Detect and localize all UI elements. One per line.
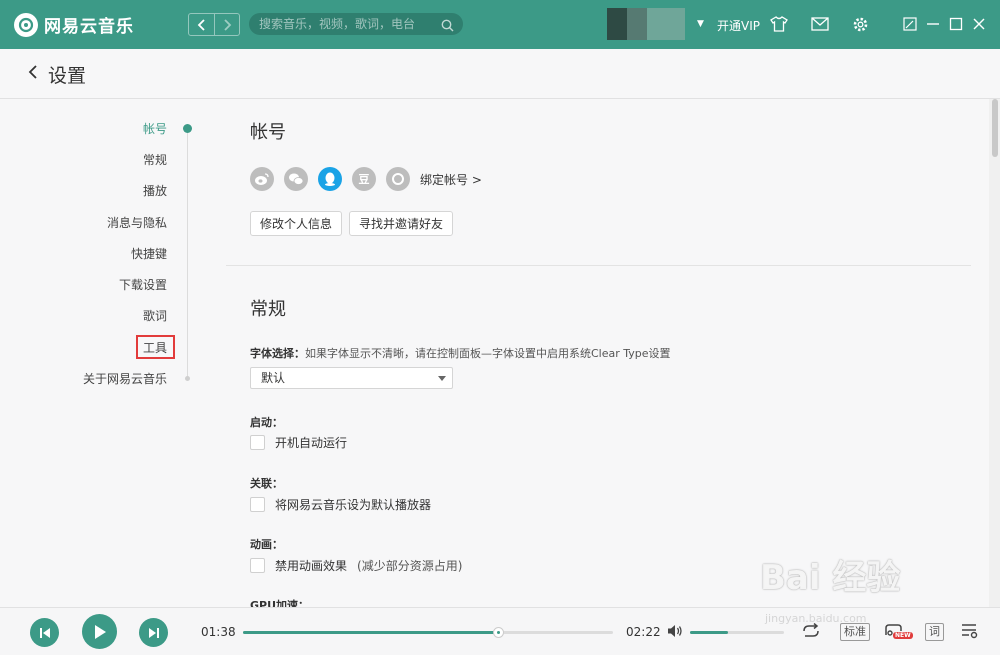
search-input[interactable] [259,17,434,31]
playlist-icon[interactable] [960,620,980,642]
search-box[interactable] [249,13,463,35]
invite-friends-button[interactable]: 寻找并邀请好友 [349,211,453,236]
sidebar-timeline [187,127,188,379]
end-marker [185,376,190,381]
app-name: 网易云音乐 [44,17,134,37]
skin-shirt-icon[interactable] [769,14,789,34]
active-marker [183,124,192,133]
default-player-checkbox[interactable] [250,497,265,512]
sidebar-item-lyrics[interactable]: 歌词 [143,307,167,324]
font-select-label: 字体选择：如果字体显示不清晰，请在控制面板—字体设置中启用系统Clear Typ… [250,347,671,360]
yixin-icon[interactable] [386,167,410,191]
mail-icon[interactable] [810,14,830,34]
minimize-icon[interactable] [923,14,943,34]
chevron-left-icon [28,65,37,79]
gpu-label: GPU加速： [250,599,310,607]
settings-sidebar: 帐号 常规 播放 消息与隐私 快捷键 下载设置 歌词 工具 关于网易云音乐 [0,99,200,607]
startup-checkbox[interactable] [250,435,265,450]
title-bar: 网易云音乐 ▼ 开通VIP [0,0,1000,49]
user-menu-caret-icon[interactable]: ▼ [697,19,704,29]
douban-icon[interactable]: 豆 [352,167,376,191]
elapsed-time: 01:38 [201,625,236,639]
font-hint: 如果字体显示不清晰，请在控制面板—字体设置中启用系统Clear Type设置 [305,347,671,360]
volume-slider[interactable] [690,631,784,634]
volume-fill [690,631,728,634]
startup-label: 启动： [250,416,283,429]
weibo-icon[interactable] [250,167,274,191]
next-track-button[interactable] [139,618,168,647]
vip-button[interactable]: 开通VIP [717,17,760,34]
startup-option[interactable]: 开机自动运行 [250,434,347,451]
progress-fill [243,631,498,634]
anim-option[interactable]: 禁用动画效果 (减少部分资源占用) [250,557,462,574]
anim-option-label: 禁用动画效果 [275,559,348,573]
sidebar-item-download[interactable]: 下载设置 [119,276,167,293]
assoc-option[interactable]: 将网易云音乐设为默认播放器 [250,496,431,513]
anim-label: 动画： [250,538,283,551]
progress-bar[interactable] [243,627,613,638]
previous-icon [39,627,50,638]
general-section-title: 常规 [250,299,286,320]
sidebar-item-general[interactable]: 常规 [143,151,167,168]
mini-mode-icon[interactable] [900,14,920,34]
social-accounts: 豆 绑定帐号 > [250,167,482,191]
settings-content: 帐号 豆 绑定帐号 > 修改个人信息 寻找并邀请好友 常规 字体选择：如果字体显… [226,99,986,607]
startup-option-label: 开机自动运行 [275,436,348,450]
scrollbar[interactable] [989,99,1000,607]
sidebar-item-privacy[interactable]: 消息与隐私 [107,214,167,231]
progress-handle[interactable] [493,627,504,638]
history-nav [188,13,240,36]
netease-music-logo-icon [14,12,38,37]
maximize-icon[interactable] [946,14,966,34]
section-divider [226,265,971,266]
app-logo[interactable]: 网易云音乐 [14,12,134,37]
anim-option-note: (减少部分资源占用) [357,559,463,573]
edit-profile-button[interactable]: 修改个人信息 [250,211,342,236]
chevron-down-icon [438,376,446,381]
bind-account-link[interactable]: 绑定帐号 > [420,171,482,188]
total-duration: 02:22 [626,625,661,639]
lyrics-button[interactable]: 词 [925,623,944,641]
sidebar-item-hotkeys[interactable]: 快捷键 [131,245,167,262]
next-icon [148,627,159,638]
scrollbar-thumb[interactable] [992,99,998,157]
back-button[interactable] [27,63,39,86]
forward-arrow-icon[interactable] [214,14,239,35]
assoc-label: 关联： [250,477,283,490]
quality-button[interactable]: 标准 [840,623,870,641]
play-button[interactable] [82,614,117,649]
sidebar-item-account[interactable]: 帐号 [143,120,167,137]
search-icon[interactable] [441,17,454,32]
baidu-watermark: Bai 经验 [760,558,901,598]
font-dropdown-value: 默认 [261,371,286,385]
close-icon[interactable] [969,14,989,34]
wechat-icon[interactable] [284,167,308,191]
avatar[interactable] [607,8,685,40]
volume-icon[interactable] [667,620,683,642]
sidebar-item-about[interactable]: 关于网易云音乐 [83,370,167,387]
play-icon [94,624,106,639]
qq-icon[interactable] [318,167,342,191]
page-header: 设置 [0,49,1000,99]
page-title: 设置 [48,65,87,87]
assoc-option-label: 将网易云音乐设为默认播放器 [275,498,432,512]
sidebar-item-playback[interactable]: 播放 [143,182,167,199]
gear-icon[interactable] [850,14,870,34]
back-arrow-icon[interactable] [189,14,214,35]
disable-animation-checkbox[interactable] [250,558,265,573]
baidu-watermark-url: jingyan.baidu.com [765,612,867,625]
previous-track-button[interactable] [30,618,59,647]
account-section-title: 帐号 [250,122,286,143]
new-badge: NEW [893,632,913,639]
annotation-highlight-box [136,335,175,359]
font-dropdown[interactable]: 默认 [250,367,453,389]
